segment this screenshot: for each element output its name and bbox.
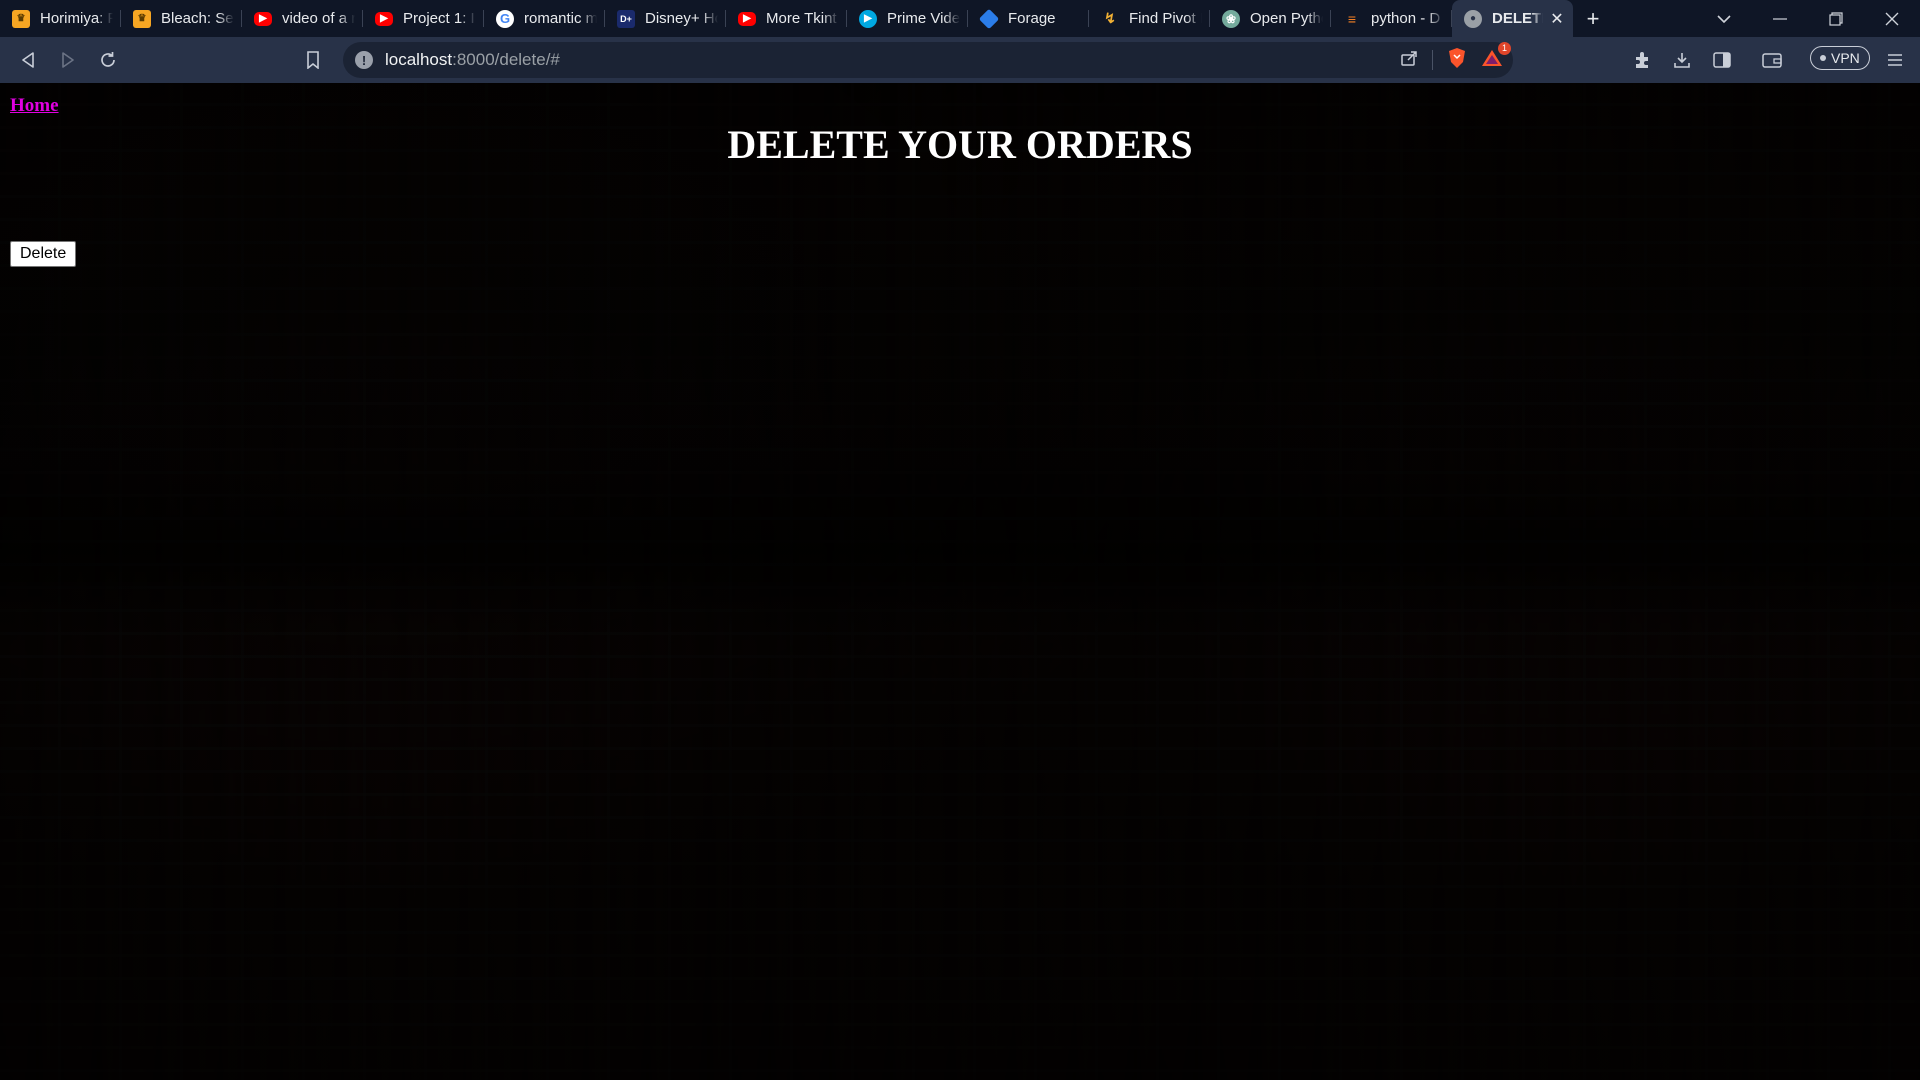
site-info-icon[interactable]: ! bbox=[355, 51, 373, 69]
address-bar[interactable]: ! localhost:8000/delete/# 1 bbox=[343, 41, 1513, 78]
rewards-badge: 1 bbox=[1497, 41, 1511, 55]
downloads-icon[interactable] bbox=[1662, 42, 1702, 78]
url-path: :8000/delete/# bbox=[452, 50, 560, 69]
tab-tkinter[interactable]: ▶ More Tkint bbox=[726, 0, 847, 37]
vpn-status-dot bbox=[1820, 55, 1826, 61]
tab-bleach[interactable]: ♛ Bleach: Sen bbox=[121, 0, 242, 37]
page-title: DELETE YOUR ORDERS bbox=[727, 122, 1193, 167]
stackoverflow-icon: ≡ bbox=[1347, 10, 1357, 27]
tab-title: Bleach: Sen bbox=[161, 10, 234, 27]
menu-icon[interactable] bbox=[1875, 42, 1915, 78]
tab-title: More Tkint bbox=[766, 10, 837, 27]
tab-title: Prime Vide bbox=[887, 10, 960, 27]
wallet-icon[interactable] bbox=[1752, 42, 1792, 78]
tab-stackoverflow[interactable]: ≡ python - D bbox=[1331, 0, 1452, 37]
youtube-icon: ▶ bbox=[254, 11, 272, 26]
tab-search-chevron-icon[interactable] bbox=[1696, 0, 1752, 37]
tab-title: Disney+ Ho bbox=[645, 10, 718, 27]
tab-pivot[interactable]: ↯ Find Pivot I bbox=[1089, 0, 1210, 37]
share-icon[interactable] bbox=[1400, 49, 1418, 72]
url-host: localhost bbox=[385, 50, 453, 69]
reload-button[interactable] bbox=[88, 42, 128, 78]
tab-title: Forage bbox=[1008, 10, 1056, 27]
google-icon: G bbox=[496, 9, 514, 28]
tab-project[interactable]: ▶ Project 1: Ir bbox=[363, 0, 484, 37]
tab-title: romantic m bbox=[524, 10, 597, 27]
tab-romantic[interactable]: G romantic m bbox=[484, 0, 605, 37]
home-link[interactable]: Home bbox=[10, 95, 59, 117]
crunchyroll-icon: ♛ bbox=[133, 9, 151, 28]
tab-title: video of a r bbox=[282, 10, 355, 27]
tab-delete-active[interactable]: ● DELETE ✕ bbox=[1452, 0, 1573, 37]
tab-disney[interactable]: D+ Disney+ Ho bbox=[605, 0, 726, 37]
pivot-icon: ↯ bbox=[1104, 10, 1116, 26]
extensions-icon[interactable] bbox=[1622, 42, 1662, 78]
page-viewport: Home DELETE YOUR ORDERS Delete bbox=[0, 83, 1920, 1080]
forward-button[interactable] bbox=[48, 42, 88, 78]
tab-video[interactable]: ▶ video of a r bbox=[242, 0, 363, 37]
sidebar-toggle-icon[interactable] bbox=[1702, 42, 1742, 78]
tab-forage[interactable]: Forage bbox=[968, 0, 1089, 37]
crunchyroll-icon: ♛ bbox=[12, 9, 30, 28]
tab-prime[interactable]: ▶ Prime Vide bbox=[847, 0, 968, 37]
disney-plus-icon: D+ bbox=[617, 9, 635, 28]
address-bar-actions: 1 bbox=[1400, 41, 1511, 78]
forage-icon bbox=[978, 8, 1000, 29]
brave-shields-icon[interactable] bbox=[1447, 47, 1467, 74]
youtube-icon: ▶ bbox=[375, 11, 393, 26]
tab-horimiya[interactable]: ♛ Horimiya: P bbox=[0, 0, 121, 37]
delete-button[interactable]: Delete bbox=[10, 241, 77, 267]
new-tab-button[interactable]: + bbox=[1573, 0, 1613, 37]
address-bar-divider bbox=[1432, 50, 1433, 70]
tab-title: Find Pivot I bbox=[1129, 10, 1202, 27]
minimize-button[interactable] bbox=[1752, 0, 1808, 37]
brave-rewards-icon[interactable]: 1 bbox=[1481, 41, 1511, 73]
browser-toolbar: ! localhost:8000/delete/# 1 VPN bbox=[0, 37, 1920, 83]
tab-strip: ♛ Horimiya: P ♛ Bleach: Sen ▶ video of a… bbox=[0, 0, 1920, 37]
tab-title: DELETE bbox=[1492, 10, 1543, 27]
tab-title: python - D bbox=[1371, 10, 1441, 27]
browser-window: ♛ Horimiya: P ♛ Bleach: Sen ▶ video of a… bbox=[0, 0, 1920, 1080]
tab-openai[interactable]: ❀ Open Pytho bbox=[1210, 0, 1331, 37]
vpn-button[interactable]: VPN bbox=[1810, 46, 1870, 70]
tab-title: Open Pytho bbox=[1250, 10, 1323, 27]
tab-title: Project 1: Ir bbox=[403, 10, 476, 27]
youtube-icon: ▶ bbox=[738, 11, 756, 26]
vpn-label: VPN bbox=[1831, 50, 1860, 66]
tab-title: Horimiya: P bbox=[40, 10, 113, 27]
restore-button[interactable] bbox=[1808, 0, 1864, 37]
close-window-button[interactable] bbox=[1864, 0, 1920, 37]
back-button[interactable] bbox=[8, 42, 48, 78]
prime-video-icon: ▶ bbox=[859, 9, 877, 28]
openai-icon: ❀ bbox=[1222, 9, 1240, 28]
globe-icon: ● bbox=[1464, 9, 1482, 28]
bookmark-icon[interactable] bbox=[293, 42, 333, 78]
close-tab-icon[interactable]: ✕ bbox=[1549, 9, 1565, 29]
